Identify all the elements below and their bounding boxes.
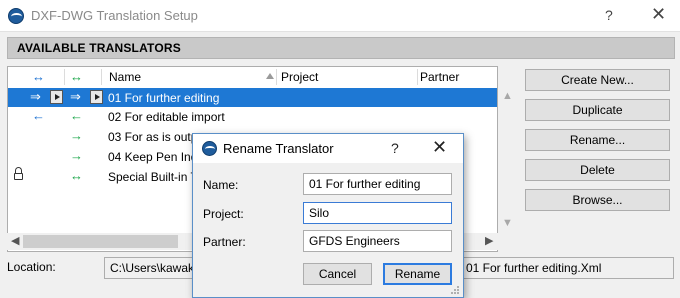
column-separator: [64, 69, 65, 85]
window-title: DXF-DWG Translation Setup: [31, 8, 198, 23]
browse-button[interactable]: Browse...: [525, 189, 670, 211]
location-path-start: C:\Users\kawaku: [110, 261, 201, 275]
section-header: AVAILABLE TRANSLATORS: [7, 37, 675, 59]
delete-button[interactable]: Delete: [525, 159, 670, 181]
cancel-button[interactable]: Cancel: [303, 263, 372, 285]
partner-label: Partner:: [203, 235, 246, 249]
section-title: AVAILABLE TRANSLATORS: [17, 41, 181, 55]
help-icon[interactable]: ?: [605, 7, 613, 23]
scroll-right-icon[interactable]: ▶: [485, 234, 493, 247]
app-logo-icon: [8, 8, 24, 24]
scroll-up-icon[interactable]: ▲: [502, 90, 513, 102]
direction-icon: →: [70, 128, 83, 143]
scroll-down-icon[interactable]: ▼: [502, 217, 513, 229]
play-icon[interactable]: [50, 90, 63, 104]
create-new-button[interactable]: Create New...: [525, 69, 670, 91]
play-icon[interactable]: [90, 90, 103, 104]
table-row[interactable]: ⇒ ⇒ 01 For further editing: [8, 88, 497, 107]
project-field[interactable]: Silo: [303, 202, 452, 224]
column-header-name[interactable]: Name: [109, 70, 141, 84]
location-path-end: 01 For further editing.Xml: [466, 261, 602, 275]
scrollbar-thumb[interactable]: [23, 235, 178, 248]
column-header-partner[interactable]: Partner: [420, 70, 459, 84]
close-icon[interactable]: ✕: [432, 137, 447, 158]
column-header-project[interactable]: Project: [281, 70, 318, 84]
app-logo-icon: [202, 141, 217, 156]
scroll-left-icon[interactable]: ◀: [11, 234, 19, 247]
close-icon[interactable]: ✕: [651, 4, 666, 25]
rename-button[interactable]: Rename...: [525, 129, 670, 151]
confirm-rename-button[interactable]: Rename: [383, 263, 452, 285]
direction-icon: ←: [70, 108, 83, 123]
direction-icon: ⇒: [70, 89, 81, 104]
row-name: 02 For editable import: [108, 110, 225, 124]
column-separator: [417, 69, 418, 85]
duplicate-button[interactable]: Duplicate: [525, 99, 670, 121]
rename-dialog: Rename Translator ? ✕ Name: 01 For furth…: [192, 133, 464, 298]
table-row[interactable]: ← ← 02 For editable import: [8, 107, 497, 126]
direction-icon: ↔: [70, 168, 83, 183]
direction-icon: ←: [32, 108, 45, 123]
partner-field[interactable]: GFDS Engineers: [303, 230, 452, 252]
dialog-title: Rename Translator: [223, 141, 334, 156]
column-header-col2[interactable]: ↔: [70, 69, 83, 84]
name-label: Name:: [203, 178, 239, 192]
help-icon[interactable]: ?: [391, 140, 399, 156]
resize-grip-icon[interactable]: [449, 284, 461, 296]
row-name: 01 For further editing: [108, 91, 220, 105]
sort-arrow-icon: [266, 73, 274, 79]
location-label: Location:: [7, 260, 56, 274]
column-header-col1[interactable]: ↔: [32, 69, 45, 84]
name-field[interactable]: 01 For further editing: [303, 173, 452, 195]
project-label: Project:: [203, 207, 244, 221]
direction-icon: ⇒: [30, 89, 41, 104]
column-separator: [101, 69, 102, 85]
column-separator: [276, 69, 277, 85]
lock-icon: [14, 167, 23, 181]
direction-icon: →: [70, 148, 83, 163]
